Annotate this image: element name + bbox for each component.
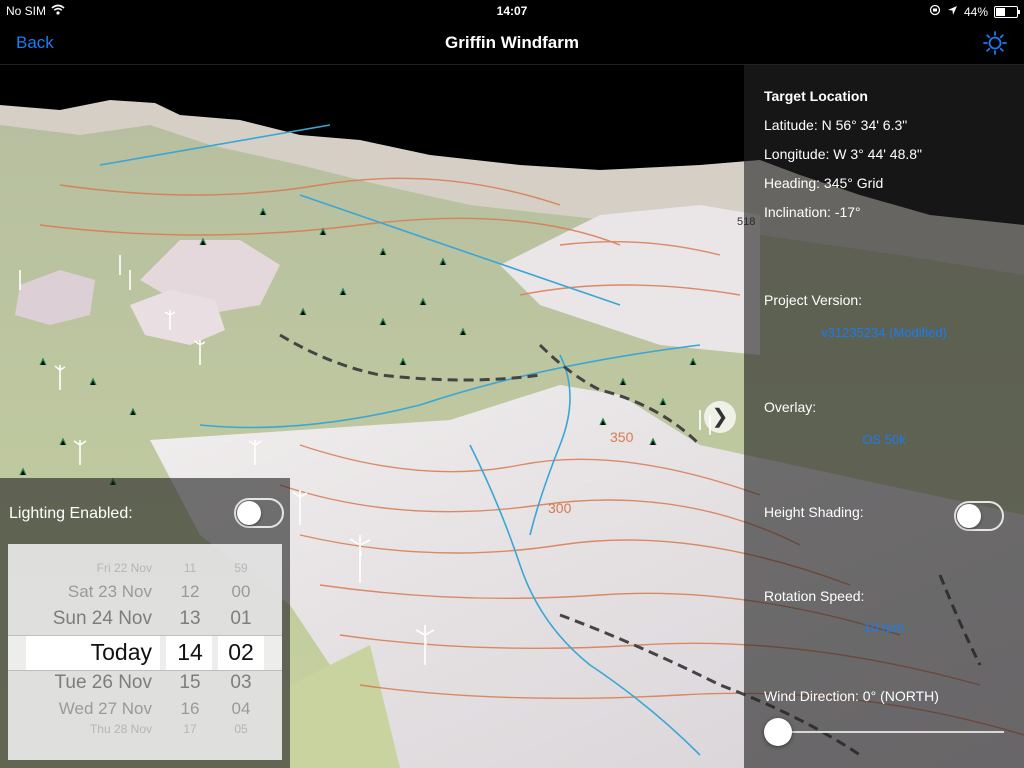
picker-row[interactable]: Sat 23 Nov 12 00 xyxy=(8,582,282,608)
contour-label-350: 350 xyxy=(610,429,634,445)
orientation-lock-icon xyxy=(929,4,941,19)
picker-day: Sun 24 Nov xyxy=(52,608,152,629)
lighting-panel: Lighting Enabled: Fri 22 Nov 11 59 Sat 2… xyxy=(0,478,290,768)
picker-row[interactable]: Sun 24 Nov 13 01 xyxy=(8,608,282,634)
lighting-toggle[interactable] xyxy=(234,498,284,528)
contour-label-300: 300 xyxy=(548,500,572,516)
picker-minute-selected: 02 xyxy=(228,639,254,665)
rotation-speed-label: Rotation Speed: xyxy=(764,588,865,604)
picker-hour: 16 xyxy=(180,699,200,718)
height-shading-toggle[interactable] xyxy=(954,501,1004,531)
overlay-label: Overlay: xyxy=(764,399,817,415)
heading-label: Heading: 345° Grid xyxy=(764,175,884,191)
info-panel: Target Location Latitude: N 56° 34' 6.3"… xyxy=(744,65,1024,768)
picker-minute: 59 xyxy=(234,561,248,575)
picker-minute: 00 xyxy=(231,582,251,601)
inclination-label: Inclination: -17° xyxy=(764,204,861,220)
toggle-knob xyxy=(237,501,261,525)
lighting-enabled-label: Lighting Enabled: xyxy=(9,505,133,522)
project-version-label: Project Version: xyxy=(764,292,863,308)
longitude-label: Longitude: W 3° 44' 48.8" xyxy=(764,146,923,162)
location-arrow-icon xyxy=(947,5,958,19)
wind-direction-track[interactable] xyxy=(778,731,1004,733)
picker-row[interactable]: Tue 26 Nov 15 03 xyxy=(8,672,282,698)
picker-day: Tue 26 Nov xyxy=(54,672,152,693)
project-version-value[interactable]: v31235234 (Modified) xyxy=(774,325,994,340)
picker-day: Thu 28 Nov xyxy=(89,722,152,736)
picker-day: Wed 27 Nov xyxy=(58,699,152,718)
picker-hour: 13 xyxy=(179,608,201,629)
status-time: 14:07 xyxy=(496,4,528,18)
latitude-label: Latitude: N 56° 34' 6.3" xyxy=(764,117,908,133)
target-location-heading: Target Location xyxy=(764,88,868,104)
picker-row[interactable]: Thu 28 Nov 17 05 xyxy=(8,722,282,748)
chevron-right-icon[interactable]: ❯ xyxy=(704,401,736,433)
picker-hour-selected: 14 xyxy=(177,639,203,665)
picker-hour: 12 xyxy=(180,582,200,601)
battery-percent: 44% xyxy=(963,4,988,19)
picker-day: Sat 23 Nov xyxy=(67,582,152,601)
picker-day-selected: Today xyxy=(90,639,152,665)
picker-minute: 04 xyxy=(231,699,251,718)
picker-hour: 15 xyxy=(179,672,201,693)
picker-minute: 01 xyxy=(230,608,252,629)
toggle-knob xyxy=(957,504,981,528)
picker-hour: 17 xyxy=(183,722,197,736)
rotation-speed-value[interactable]: 10 rpm xyxy=(774,620,994,635)
date-time-picker[interactable]: Fri 22 Nov 11 59 Sat 23 Nov 12 00 Sun 24… xyxy=(8,544,282,760)
sun-gear-icon[interactable] xyxy=(982,30,1008,56)
battery-icon xyxy=(994,5,1020,18)
wind-direction-label: Wind Direction: 0° (NORTH) xyxy=(764,688,939,704)
status-bar: No SIM 14:07 44% xyxy=(0,0,1024,22)
height-shading-label: Height Shading: xyxy=(764,504,864,520)
wind-direction-slider[interactable] xyxy=(764,718,792,746)
picker-hour: 11 xyxy=(183,561,197,575)
picker-row-selected[interactable]: Today 14 02 xyxy=(8,639,282,665)
status-right: 44% xyxy=(929,4,1020,19)
picker-day: Fri 22 Nov xyxy=(96,561,152,575)
picker-minute: 03 xyxy=(230,672,252,693)
navigation-bar: Back Griffin Windfarm xyxy=(0,22,1024,65)
picker-minute: 05 xyxy=(234,722,248,736)
overlay-value[interactable]: OS 50k xyxy=(774,432,994,447)
page-title: Griffin Windfarm xyxy=(445,33,579,52)
